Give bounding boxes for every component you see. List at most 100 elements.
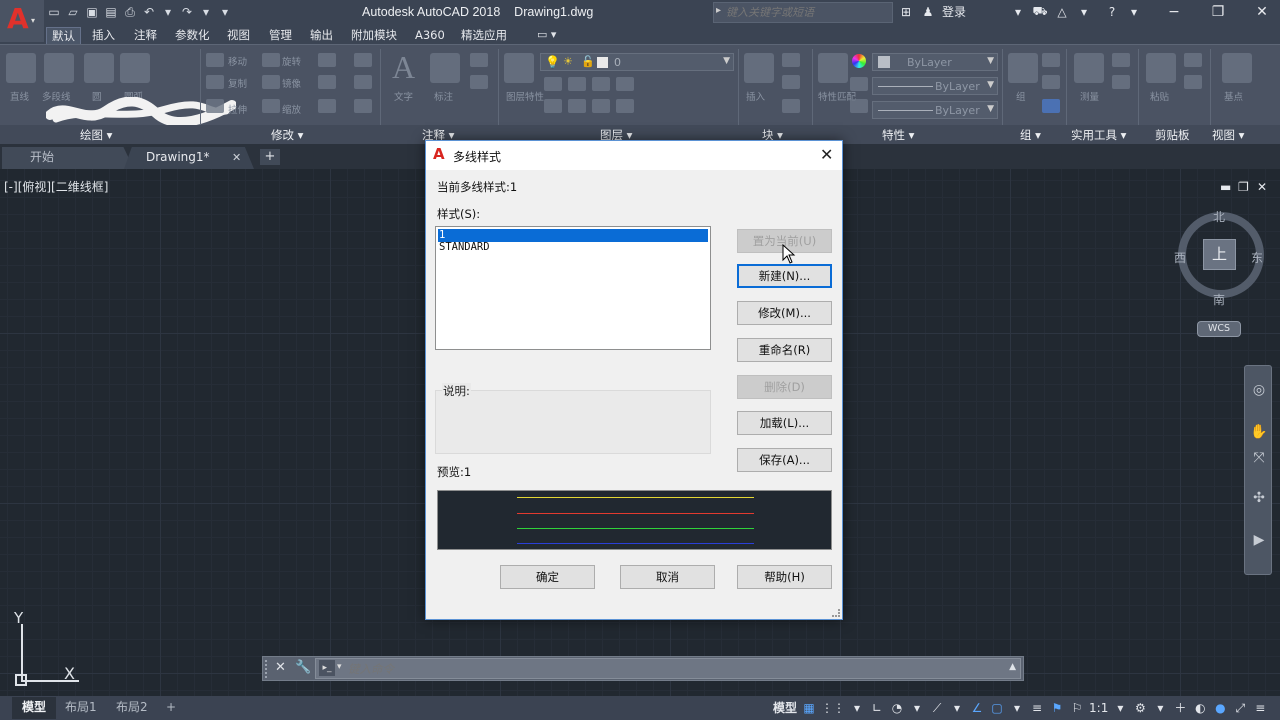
measure-icon[interactable] <box>1074 53 1104 83</box>
match-properties-icon[interactable] <box>818 53 848 83</box>
chevron-down-icon[interactable]: ▾ <box>1009 700 1025 716</box>
circle-tool-icon[interactable] <box>84 53 114 83</box>
insert-block-icon[interactable] <box>744 53 774 83</box>
drag-grip[interactable] <box>265 660 269 678</box>
group-edit-icon[interactable] <box>1042 75 1060 89</box>
isodraft-icon[interactable]: ⟋ <box>929 700 945 716</box>
copy-icon[interactable] <box>206 75 224 89</box>
panel-properties[interactable]: 特性 ▾ <box>882 127 914 143</box>
lineweight-toggle-icon[interactable]: ≡ <box>1029 700 1045 716</box>
viewport-controls-label[interactable]: [-][俯视][二维线框] <box>4 178 108 195</box>
tab-start[interactable]: 开始 <box>2 147 134 169</box>
chevron-down-icon[interactable]: ▾ <box>337 662 342 672</box>
tab-annotate[interactable]: 注释 <box>129 27 162 44</box>
paste-icon[interactable] <box>1146 53 1176 83</box>
line-tool-icon[interactable] <box>6 53 36 83</box>
resize-grip[interactable] <box>832 609 840 617</box>
chevron-down-icon[interactable]: ▾ <box>1076 5 1092 19</box>
group-select-icon[interactable] <box>1042 99 1060 113</box>
text-tool-icon[interactable]: A <box>392 49 415 86</box>
stretch-icon[interactable] <box>206 99 224 113</box>
mirror-icon[interactable] <box>262 75 280 89</box>
wcs-menu[interactable]: WCS <box>1197 321 1241 337</box>
color-wheel-icon[interactable] <box>852 54 866 68</box>
utility-tool-icon[interactable] <box>1112 53 1130 67</box>
object-snap-tracking-icon[interactable]: ∠ <box>969 700 985 716</box>
command-field[interactable]: ▸_ ▾ ▲ <box>315 658 1021 679</box>
tab-insert[interactable]: 插入 <box>87 27 120 44</box>
ortho-icon[interactable]: ∟ <box>869 700 885 716</box>
annotation-scale[interactable]: 1:1 <box>1089 700 1108 716</box>
snap-icon[interactable]: ⋮⋮ <box>821 700 845 716</box>
scale-icon[interactable] <box>262 99 280 113</box>
pan-hand-icon[interactable]: ✋ <box>1249 424 1269 444</box>
cancel-button[interactable]: 取消 <box>620 565 715 589</box>
styles-listbox[interactable]: 1 STANDARD <box>435 226 711 350</box>
dialog-close-button[interactable]: ✕ <box>820 145 833 164</box>
redo-dropdown-icon[interactable]: ▾ <box>198 4 214 20</box>
layer-tool-icon[interactable] <box>592 99 610 113</box>
panel-utilities[interactable]: 实用工具 ▾ <box>1071 127 1126 143</box>
redo-icon[interactable]: ↷ <box>179 4 195 20</box>
chevron-down-icon[interactable]: ▾ <box>949 700 965 716</box>
tab-view[interactable]: 视图 <box>222 27 255 44</box>
annotation-autoscale-icon[interactable]: ⚐ <box>1069 700 1085 716</box>
chevron-down-icon[interactable]: ▾ <box>1126 5 1142 19</box>
layout-tab-model[interactable]: 模型 <box>12 697 57 719</box>
login-label[interactable]: 登录 <box>942 3 966 20</box>
zoom-extents-icon[interactable]: ⤧ <box>1249 450 1269 470</box>
viewport-restore-icon[interactable]: ❐ <box>1238 180 1249 194</box>
command-prompt-icon[interactable]: ▸_ <box>319 660 335 676</box>
color-dropdown[interactable]: ByLayer ▼ <box>872 53 998 71</box>
a360-icon[interactable]: △ <box>1054 5 1070 19</box>
tab-home[interactable]: 默认 <box>46 27 81 44</box>
chevron-down-icon[interactable]: ▾ <box>909 700 925 716</box>
showmotion-icon[interactable]: ▶ <box>1249 532 1269 552</box>
polar-icon[interactable]: ◔ <box>889 700 905 716</box>
chevron-down-icon[interactable]: ▾ <box>1112 700 1128 716</box>
help-button[interactable]: 帮助(H) <box>737 565 832 589</box>
layout-tab-layout2[interactable]: 布局2 <box>106 697 158 719</box>
tab-featured-apps[interactable]: 精选应用 <box>456 27 512 44</box>
linetype-dropdown[interactable]: ByLayer ▼ <box>872 77 998 95</box>
tab-a360[interactable]: A360 <box>410 27 450 44</box>
new-file-icon[interactable]: ▭ <box>46 4 62 20</box>
lineweight-icon[interactable] <box>850 99 868 113</box>
panel-draw[interactable]: 绘图 ▾ <box>80 127 112 143</box>
close-icon[interactable]: ✕ <box>275 660 286 675</box>
steering-wheel-icon[interactable]: ◎ <box>1249 382 1269 402</box>
plus-icon[interactable]: ＋ <box>1172 700 1188 716</box>
modify-style-button[interactable]: 修改(M)... <box>737 301 832 325</box>
move-icon[interactable] <box>206 53 224 67</box>
tab-parametric[interactable]: 参数化 <box>170 27 215 44</box>
undo-icon[interactable]: ↶ <box>141 4 157 20</box>
ungroup-icon[interactable] <box>1042 53 1060 67</box>
arc-tool-icon[interactable] <box>120 53 150 83</box>
delete-style-button[interactable]: 删除(D) <box>737 375 832 399</box>
panel-modify[interactable]: 修改 ▾ <box>271 127 303 143</box>
open-file-icon[interactable]: ▱ <box>65 4 81 20</box>
layer-tool-icon[interactable] <box>592 77 610 91</box>
chevron-down-icon[interactable]: ▾ <box>1010 5 1026 19</box>
viewport-minimize-icon[interactable]: ▬ <box>1220 180 1231 194</box>
viewcube-north[interactable]: 北 <box>1213 208 1225 225</box>
save-icon[interactable]: ▣ <box>84 4 100 20</box>
help-search[interactable]: ▸ <box>713 2 893 23</box>
layer-tool-icon[interactable] <box>568 99 586 113</box>
layer-tool-icon[interactable] <box>544 99 562 113</box>
tab-output[interactable]: 输出 <box>305 27 338 44</box>
load-style-button[interactable]: 加载(L)... <box>737 411 832 435</box>
layer-tool-icon[interactable] <box>568 77 586 91</box>
array-icon[interactable] <box>318 99 336 113</box>
table-icon[interactable] <box>470 75 488 89</box>
save-style-button[interactable]: 保存(A)... <box>737 448 832 472</box>
chevron-down-icon[interactable]: ▾ <box>849 700 865 716</box>
cart-icon[interactable]: ⛟ <box>1032 4 1048 20</box>
style-list-item[interactable]: STANDARD <box>438 241 708 254</box>
print-icon[interactable]: ⎙ <box>122 4 138 20</box>
erase-icon[interactable] <box>354 53 372 67</box>
help-search-input[interactable] <box>726 4 886 21</box>
explode-icon[interactable] <box>354 75 372 89</box>
annotation-visibility-icon[interactable]: ⚑ <box>1049 700 1065 716</box>
close-tab-icon[interactable]: ✕ <box>232 147 241 168</box>
